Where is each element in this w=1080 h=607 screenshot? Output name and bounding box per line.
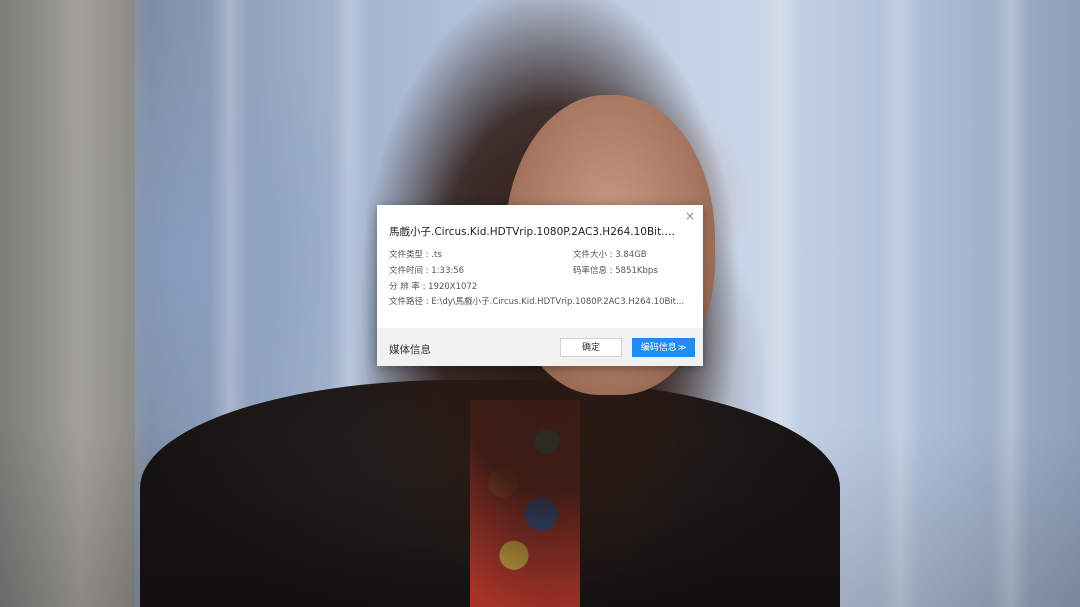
file-duration-info: 文件时间 : 1:33:56 xyxy=(389,266,465,276)
dialog-footer: 媒体信息 确定 编码信息≫ xyxy=(377,328,703,366)
chevron-down-icon: ≫ xyxy=(677,343,687,352)
file-path-info: 文件路径 : E:\dy\馬戲小子.Circus.Kid.HDTVrip.108… xyxy=(389,297,685,307)
file-size-info: 文件大小 : 3.84GB xyxy=(573,250,647,260)
encode-info-button[interactable]: 编码信息≫ xyxy=(632,338,695,357)
bitrate-info: 码率信息 : 5851Kbps xyxy=(573,266,658,276)
close-icon[interactable]: × xyxy=(683,209,697,223)
ok-button[interactable]: 确定 xyxy=(560,338,622,357)
file-name-title: 馬戲小子.Circus.Kid.HDTVrip.1080P.2AC3.H264.… xyxy=(389,226,679,238)
media-info-dialog: × 馬戲小子.Circus.Kid.HDTVrip.1080P.2AC3.H26… xyxy=(377,205,703,366)
encode-info-label: 编码信息 xyxy=(640,343,677,353)
media-info-label: 媒体信息 xyxy=(389,344,431,356)
file-type-info: 文件类型 : .ts xyxy=(389,250,442,260)
resolution-info: 分 辨 率 : 1920X1072 xyxy=(389,282,478,292)
